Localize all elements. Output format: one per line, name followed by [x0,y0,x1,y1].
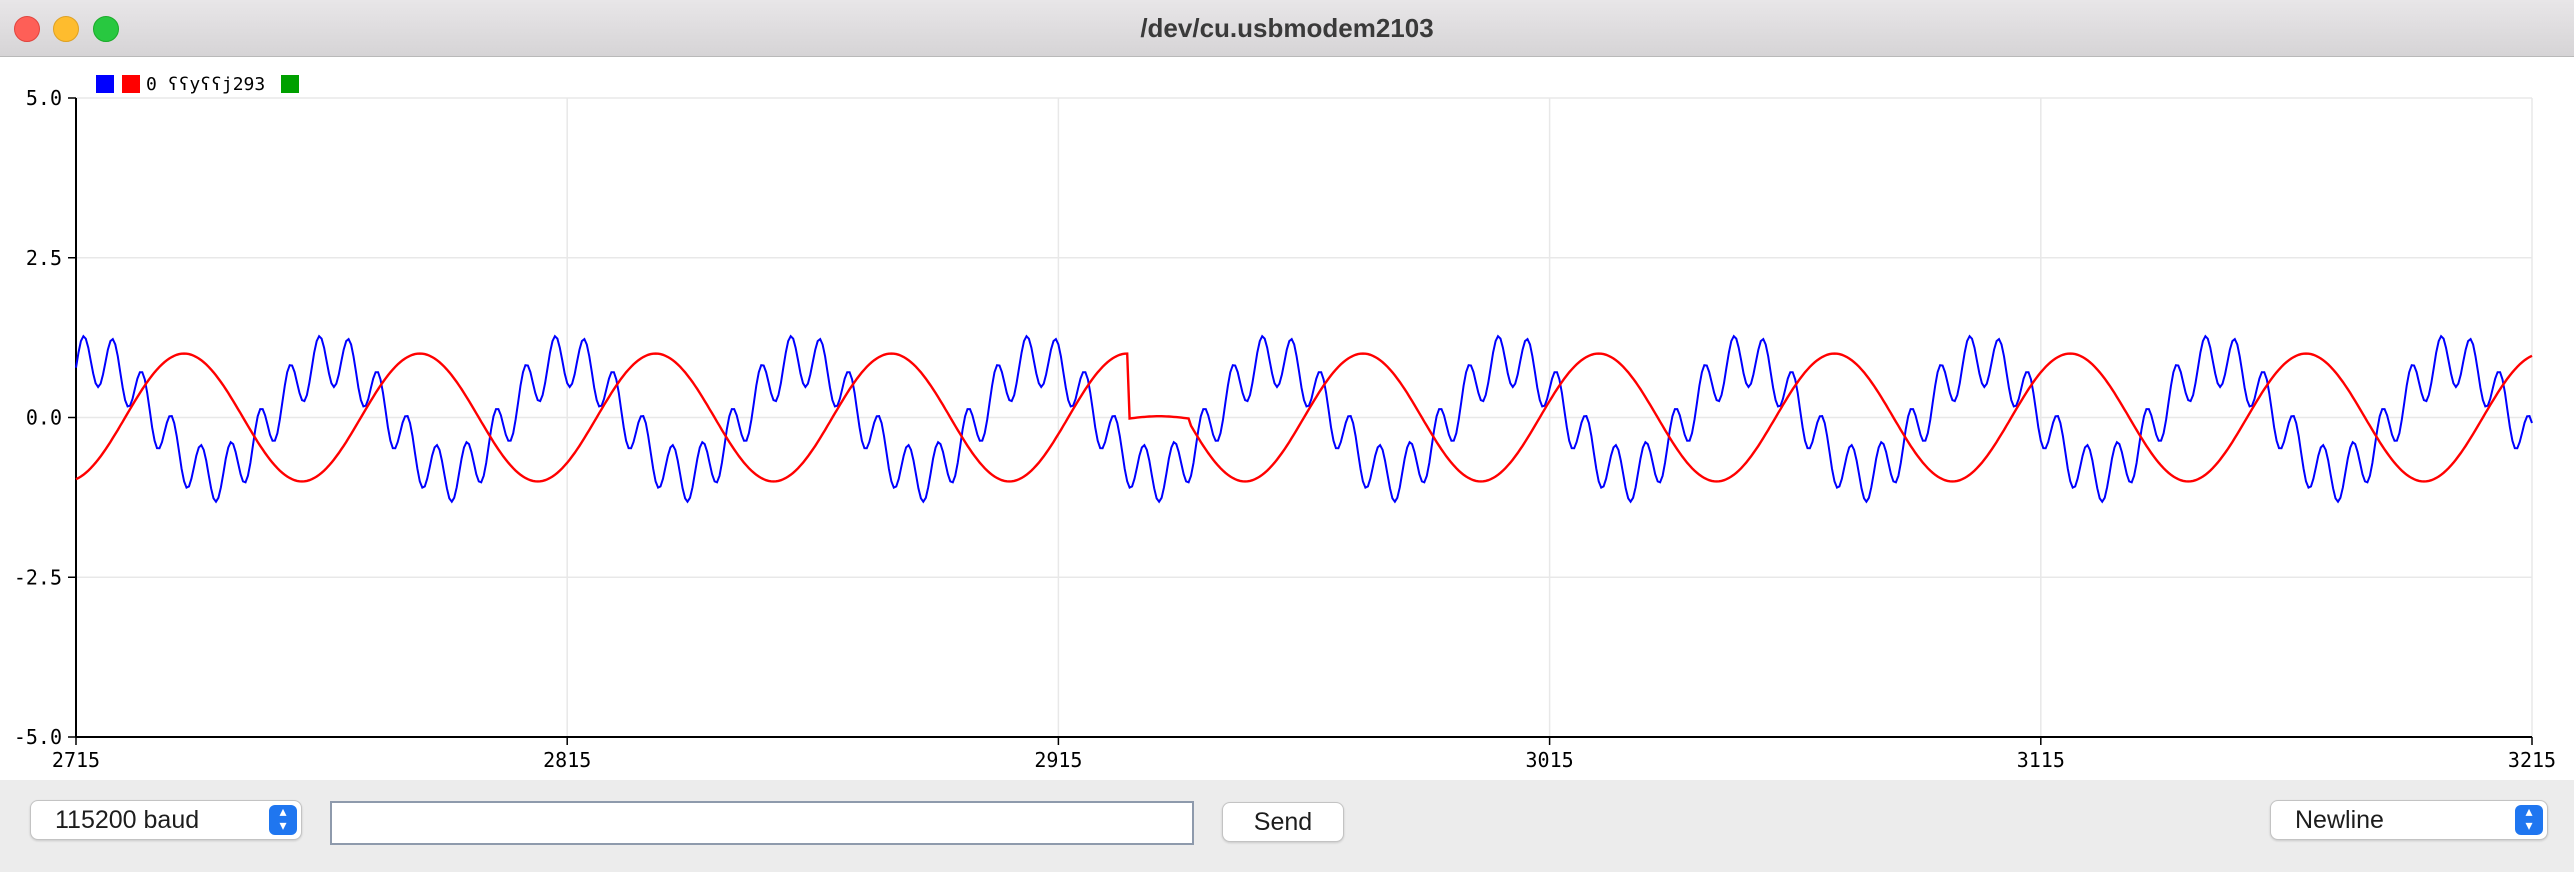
legend-swatch-green [281,75,299,93]
message-input[interactable] [330,801,1194,845]
legend-swatch-blue [96,75,114,93]
x-tick-label: 2715 [52,748,100,772]
x-tick-label: 3015 [1526,748,1574,772]
axes: 2715 2815 2915 3015 3115 3215 5.0 2.5 0.0 -2.5 -5.… [14,86,2556,772]
series-lines [75,334,2533,504]
legend: 0 ʕʕyʕʕj293 [96,74,299,95]
legend-swatch-red [122,75,140,93]
y-tick-label: -2.5 [14,565,62,589]
plot-area: 2715 2815 2915 3015 3115 3215 5.0 2.5 0.0 -2.5 -5.… [0,57,2574,780]
serial-plotter-window: /dev/cu.usbmodem2103 2715 2815 2915 3015 311… [0,0,2574,872]
x-tick-label: 2815 [543,748,591,772]
y-tick-label: 0.0 [26,406,62,430]
legend-label: 0 ʕʕyʕʕj293 [146,74,265,95]
x-tick-label: 3215 [2508,748,2556,772]
chevron-updown-icon: ▴ ▾ [269,804,297,835]
baud-rate-select[interactable]: 115200 baud ▴ ▾ [30,800,302,840]
x-tick-label: 3115 [2017,748,2065,772]
serial-plot-chart: 2715 2815 2915 3015 3115 3215 5.0 2.5 0.0 -2.5 -5.… [14,74,2556,772]
y-tick-label: 5.0 [26,86,62,110]
y-tick-label: -5.0 [14,725,62,749]
window-title: /dev/cu.usbmodem2103 [1140,13,1434,43]
send-button[interactable]: Send [1222,802,1344,842]
bottom-toolbar: 115200 baud ▴ ▾ Send Newline ▴ ▾ [0,780,2574,872]
baud-rate-value: 115200 baud [55,806,200,834]
y-tick-label: 2.5 [26,246,62,270]
title-bar: /dev/cu.usbmodem2103 [0,0,2574,57]
x-tick-label: 2915 [1034,748,1082,772]
chevron-updown-icon: ▴ ▾ [2515,804,2543,835]
line-ending-value: Newline [2295,806,2384,834]
line-ending-select[interactable]: Newline ▴ ▾ [2270,800,2548,840]
